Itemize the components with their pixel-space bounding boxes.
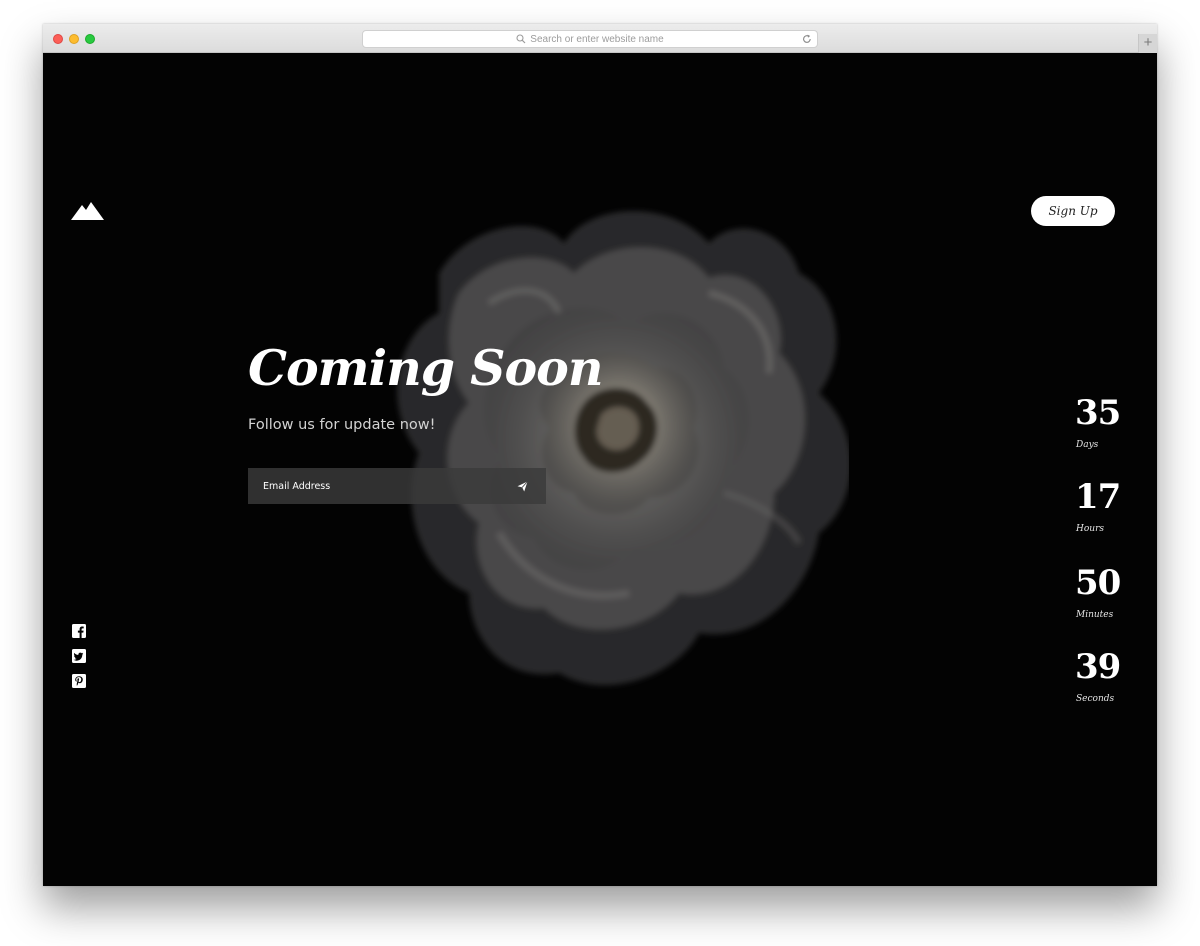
countdown-hours-value: 17 [1075,477,1121,517]
page-content: Sign Up Coming Soon Follow us for update… [43,53,1157,886]
countdown-minutes-label: Minutes [1076,610,1114,620]
reload-icon[interactable] [802,34,812,44]
pinterest-link[interactable] [72,674,86,688]
page-title: Coming Soon [248,339,603,397]
minimize-window-button[interactable] [69,34,79,44]
search-icon [516,34,526,44]
sign-up-button[interactable]: Sign Up [1031,196,1115,226]
twitter-icon [72,649,86,663]
subtitle: Follow us for update now! [248,417,436,433]
countdown-seconds-value: 39 [1075,647,1121,687]
facebook-icon [72,624,86,638]
rose-image [379,203,849,703]
new-tab-button[interactable]: + [1138,34,1157,53]
countdown-days-value: 35 [1075,393,1121,433]
paper-plane-icon [517,480,528,491]
mountain-logo-icon[interactable] [71,201,105,221]
browser-titlebar: Search or enter website name + [43,24,1157,53]
maximize-window-button[interactable] [85,34,95,44]
pinterest-icon [72,674,86,688]
countdown-hours-label: Hours [1076,524,1104,534]
send-button[interactable] [498,468,546,504]
countdown-seconds-label: Seconds [1076,694,1115,704]
email-field[interactable] [248,468,498,504]
address-placeholder: Search or enter website name [530,33,664,45]
countdown-minutes-value: 50 [1075,563,1121,603]
facebook-link[interactable] [72,624,86,638]
twitter-link[interactable] [72,649,86,663]
email-form [248,468,546,504]
countdown-days-label: Days [1076,440,1099,450]
close-window-button[interactable] [53,34,63,44]
address-bar[interactable]: Search or enter website name [362,30,818,48]
browser-window: Search or enter website name + Sign Up C… [43,24,1157,886]
